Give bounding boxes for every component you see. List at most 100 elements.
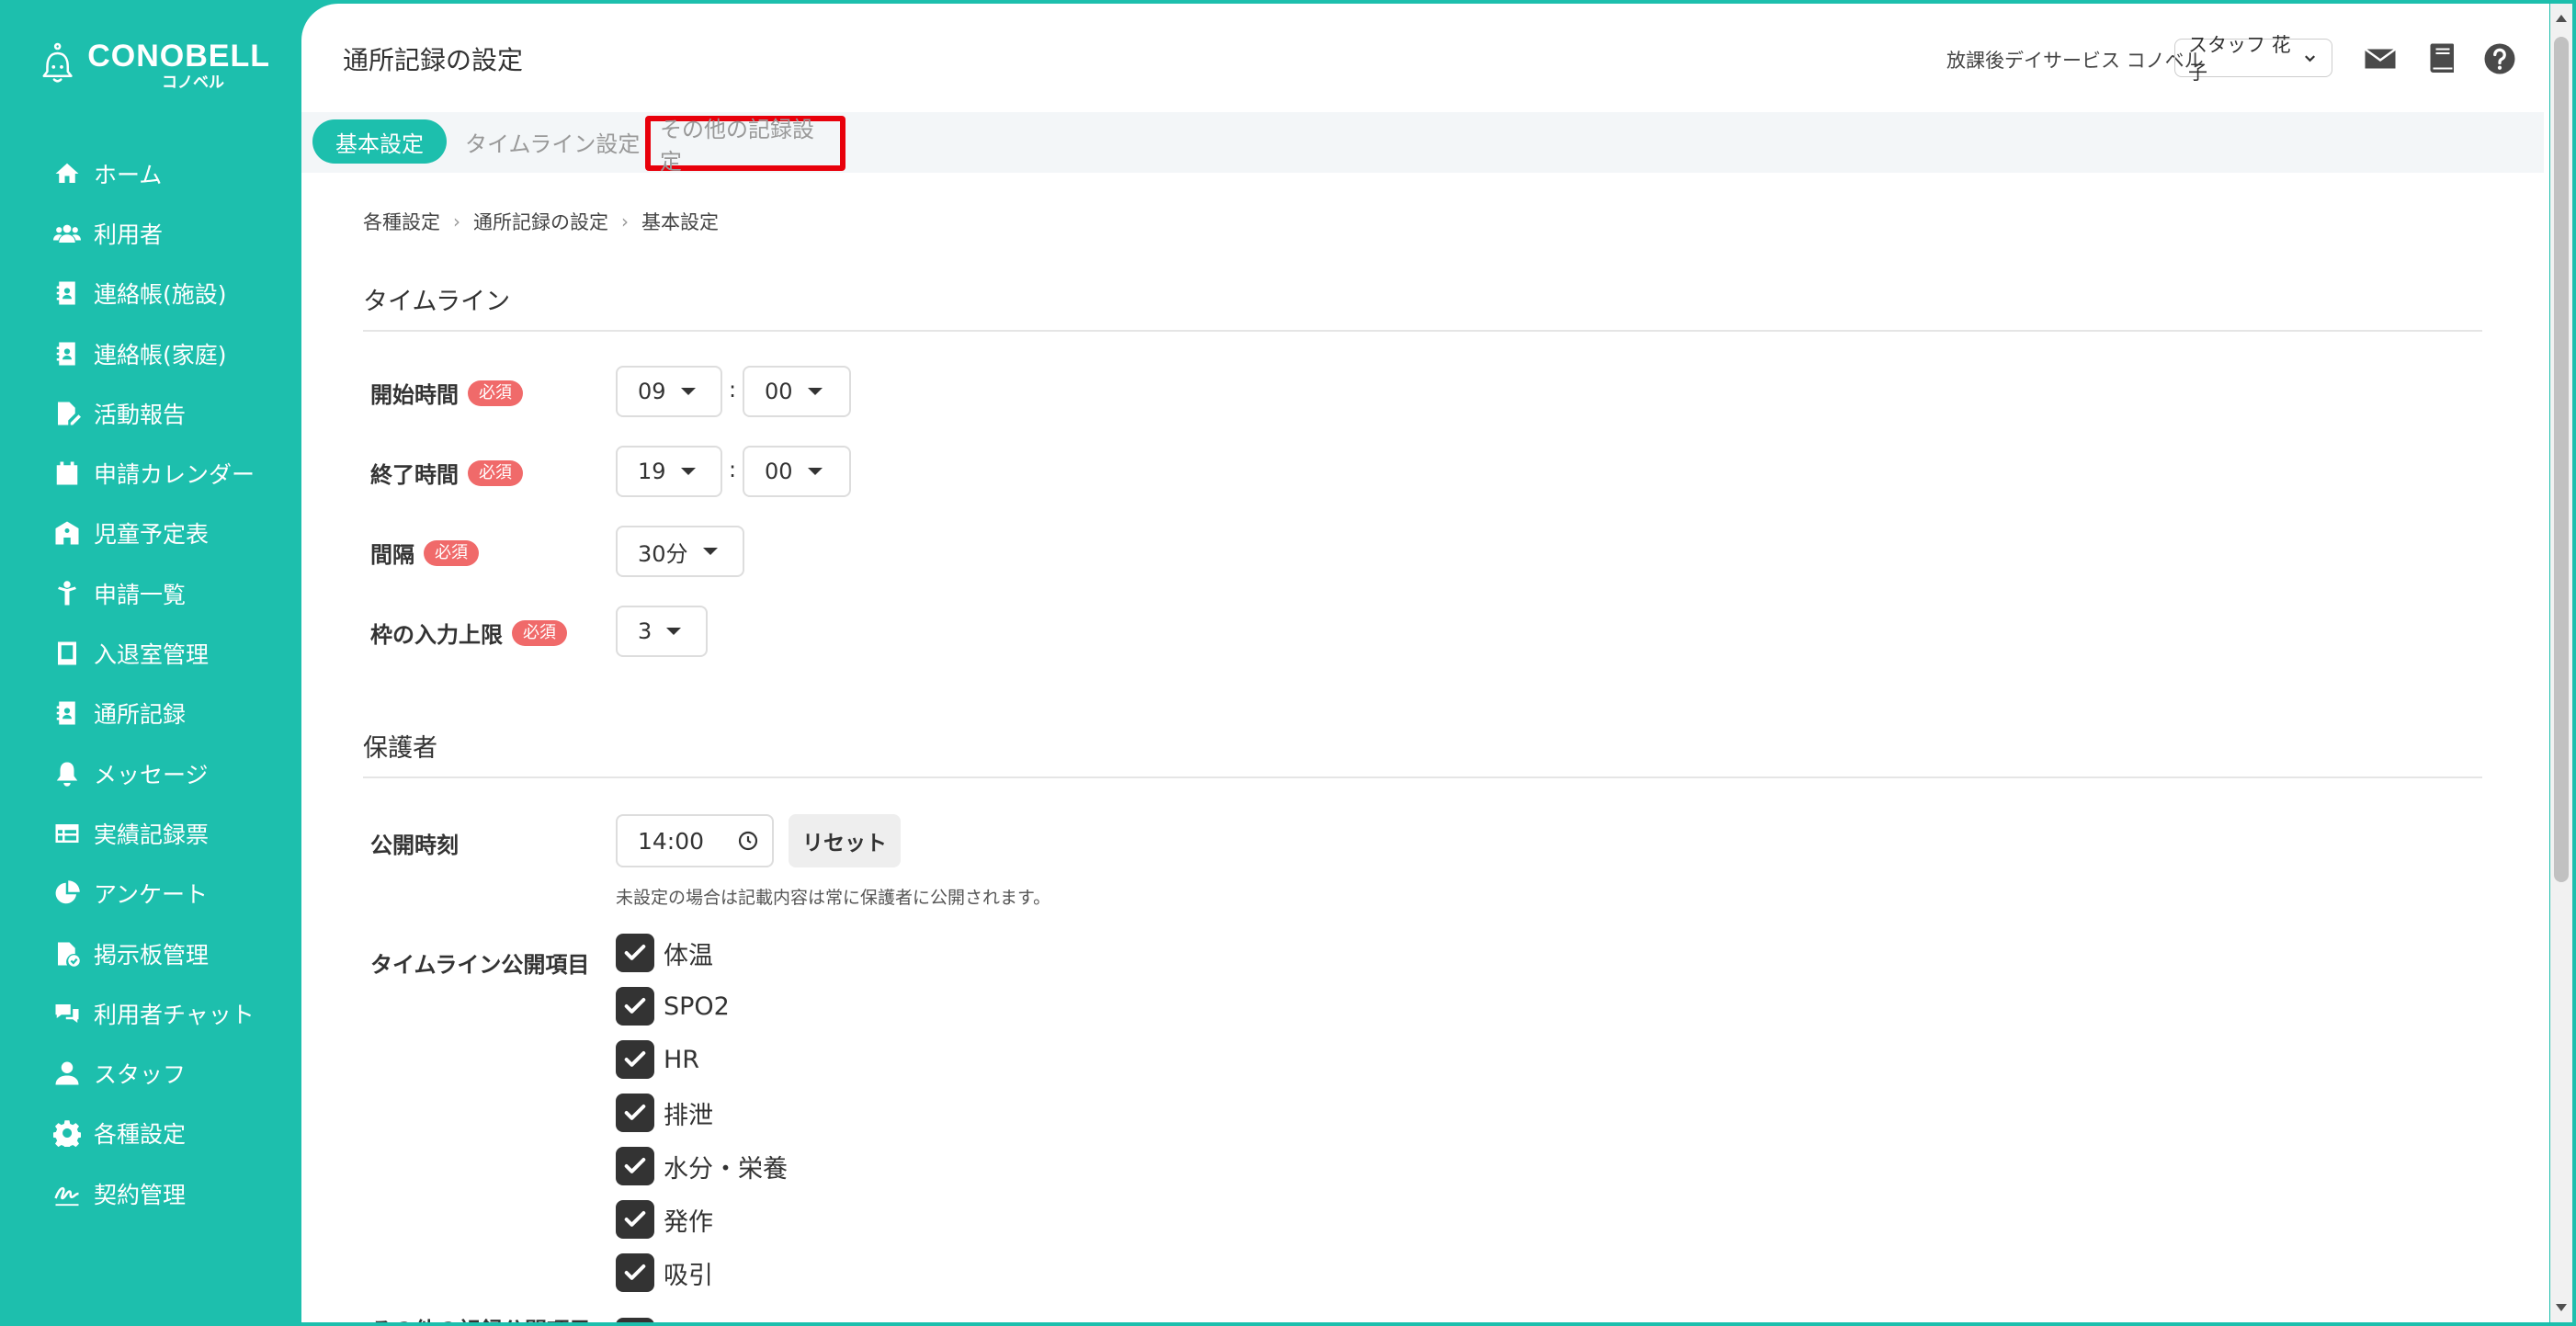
sidebar-item-label: 入退室管理 bbox=[94, 641, 210, 669]
start-hour-select[interactable]: 09 bbox=[616, 366, 722, 417]
check-icon bbox=[624, 998, 646, 1014]
vertical-scrollbar[interactable] bbox=[2550, 4, 2572, 1322]
sidebar-item-contract[interactable]: 契約管理 bbox=[0, 1163, 301, 1223]
start-hour-value: 09 bbox=[638, 379, 666, 404]
sidebar-item-home[interactable]: ホーム bbox=[0, 143, 301, 203]
sidebar-item-message[interactable]: メッセージ bbox=[0, 743, 301, 803]
check-icon bbox=[624, 1211, 646, 1227]
end-time-label-text: 終了時間 bbox=[370, 462, 459, 488]
contact-book-icon bbox=[56, 281, 75, 305]
calendar-icon bbox=[56, 461, 78, 485]
tab-timeline-settings[interactable]: タイムライン設定 bbox=[447, 119, 658, 164]
checkbox-checked[interactable] bbox=[616, 1318, 654, 1322]
sidebar-item-label: 通所記録 bbox=[94, 701, 187, 729]
breadcrumb-item[interactable]: 各種設定 bbox=[363, 208, 440, 235]
scroll-up-arrow-icon[interactable] bbox=[2556, 15, 2567, 22]
scroll-down-arrow-icon[interactable] bbox=[2556, 1304, 2567, 1311]
sidebar-item-application-list[interactable]: 申請一覧 bbox=[0, 563, 301, 623]
child-icon bbox=[58, 580, 76, 606]
checkbox-checked[interactable] bbox=[616, 987, 654, 1026]
checkbox-checked[interactable] bbox=[616, 1200, 654, 1239]
sidebar-item-contact-home[interactable]: 連絡帳(家庭) bbox=[0, 323, 301, 383]
caret-down-icon bbox=[680, 388, 696, 395]
checkbox-label: 排泄 bbox=[664, 1101, 713, 1130]
sidebar-item-label: 児童予定表 bbox=[94, 521, 210, 549]
help-button[interactable] bbox=[2481, 40, 2518, 77]
manual-button[interactable] bbox=[2424, 40, 2461, 77]
page-title: 通所記録の設定 bbox=[343, 45, 524, 75]
scroll-thumb[interactable] bbox=[2554, 37, 2569, 882]
sidebar-item-child-schedule[interactable]: 児童予定表 bbox=[0, 504, 301, 563]
logo-subtext: コノベル bbox=[162, 73, 224, 92]
checkbox-item[interactable]: 吸引 bbox=[616, 1253, 713, 1292]
sidebar-item-label: 掲示板管理 bbox=[94, 941, 210, 969]
interval-select[interactable]: 30分 bbox=[616, 526, 744, 577]
end-minute-select[interactable]: 00 bbox=[743, 446, 851, 497]
checkbox-checked[interactable] bbox=[616, 1147, 654, 1185]
sidebar-item-user-chat[interactable]: 利用者チャット bbox=[0, 983, 301, 1043]
chat-icon bbox=[55, 1003, 79, 1023]
checkbox-item[interactable]: HR bbox=[616, 1040, 699, 1079]
sidebar-item-label: メッセージ bbox=[94, 761, 209, 788]
time-colon: : bbox=[729, 377, 737, 402]
sidebar-item-label: 申請カレンダー bbox=[94, 461, 255, 489]
sidebar-item-label: 利用者 bbox=[94, 221, 164, 248]
input-limit-select[interactable]: 3 bbox=[616, 606, 708, 657]
tab-other-record-settings[interactable]: その他の記録設定 bbox=[645, 116, 845, 175]
checkbox-checked[interactable] bbox=[616, 934, 654, 972]
checkbox-checked[interactable] bbox=[616, 1253, 654, 1292]
input-limit-label: 枠の入力上限 必須 bbox=[370, 617, 567, 649]
checkbox-checked[interactable] bbox=[616, 1040, 654, 1079]
top-bar: 通所記録の設定 放課後デイサービス コノベル スタッフ 花子 bbox=[301, 4, 2549, 112]
end-minute-value: 00 bbox=[765, 459, 793, 484]
sidebar-item-label: 活動報告 bbox=[94, 401, 187, 428]
sidebar: CONOBELL コノベル ホーム 利用者 連絡帳(施設) 連絡帳(家庭) 活動… bbox=[0, 0, 301, 1326]
tab-basic-settings[interactable]: 基本設定 bbox=[312, 119, 447, 164]
start-minute-select[interactable]: 00 bbox=[743, 366, 851, 417]
home-icon bbox=[55, 163, 79, 183]
sidebar-item-attendance[interactable]: 入退室管理 bbox=[0, 623, 301, 683]
breadcrumb-item[interactable]: 通所記録の設定 bbox=[473, 208, 608, 235]
checkbox-item[interactable] bbox=[616, 1318, 654, 1322]
checkbox-item[interactable]: 体温 bbox=[616, 934, 713, 972]
checkbox-checked[interactable] bbox=[616, 1094, 654, 1132]
table-icon bbox=[55, 823, 79, 843]
bell-logo-icon bbox=[42, 42, 73, 83]
sidebar-item-settings[interactable]: 各種設定 bbox=[0, 1104, 301, 1163]
school-icon bbox=[55, 521, 79, 545]
file-check-icon bbox=[58, 942, 80, 967]
sidebar-item-calendar[interactable]: 申請カレンダー bbox=[0, 443, 301, 503]
gear-icon bbox=[53, 1120, 81, 1148]
start-time-label: 開始時間 必須 bbox=[370, 377, 523, 409]
interval-label-text: 間隔 bbox=[370, 542, 414, 568]
time-colon: : bbox=[729, 457, 737, 482]
publish-time-label: 公開時刻 bbox=[370, 833, 459, 858]
sidebar-item-users[interactable]: 利用者 bbox=[0, 203, 301, 263]
mail-button[interactable] bbox=[2362, 40, 2399, 77]
sidebar-item-performance[interactable]: 実績記録票 bbox=[0, 803, 301, 863]
staff-select[interactable]: スタッフ 花子 bbox=[2174, 34, 2332, 84]
required-badge: 必須 bbox=[468, 459, 523, 486]
check-icon bbox=[624, 1105, 646, 1120]
sidebar-item-staff[interactable]: スタッフ bbox=[0, 1043, 301, 1103]
checkbox-item[interactable]: SPO2 bbox=[616, 987, 730, 1026]
caret-down-icon bbox=[807, 468, 823, 475]
interval-label: 間隔 必須 bbox=[370, 537, 479, 569]
end-hour-select[interactable]: 19 bbox=[616, 446, 722, 497]
reset-button[interactable]: リセット bbox=[789, 814, 901, 867]
pie-chart-icon bbox=[55, 880, 80, 904]
required-badge: 必須 bbox=[468, 380, 523, 406]
caret-down-icon bbox=[666, 628, 682, 635]
sidebar-item-contact-facility[interactable]: 連絡帳(施設) bbox=[0, 264, 301, 323]
sidebar-item-records[interactable]: 通所記録 bbox=[0, 684, 301, 743]
sidebar-item-bulletin[interactable]: 掲示板管理 bbox=[0, 924, 301, 983]
sidebar-item-survey[interactable]: アンケート bbox=[0, 864, 301, 924]
file-edit-icon bbox=[58, 402, 81, 425]
publish-time-input[interactable]: 14:00 bbox=[616, 814, 774, 867]
signature-icon bbox=[54, 1186, 79, 1206]
checkbox-item[interactable]: 発作 bbox=[616, 1200, 713, 1239]
sidebar-item-activity-report[interactable]: 活動報告 bbox=[0, 383, 301, 443]
checkbox-item[interactable]: 水分・栄養 bbox=[616, 1147, 788, 1185]
logo[interactable]: CONOBELL コノベル bbox=[40, 33, 270, 97]
checkbox-item[interactable]: 排泄 bbox=[616, 1094, 713, 1132]
